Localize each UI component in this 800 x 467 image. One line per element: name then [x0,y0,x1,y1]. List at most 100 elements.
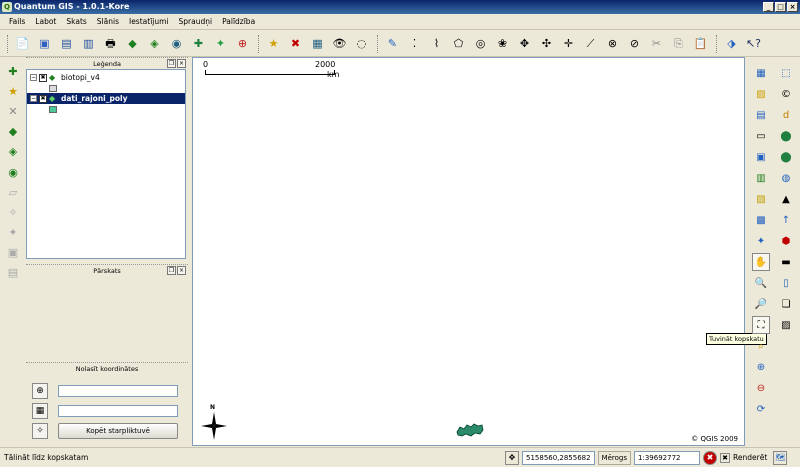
move-feature-icon[interactable]: ✥ [515,34,534,53]
disabled-tool1-icon[interactable]: ▱ [4,185,22,200]
new-bookmark-icon[interactable]: ▧ [752,190,770,208]
capture-polygon-icon[interactable]: ⬠ [449,34,468,53]
expand-icon[interactable]: − [30,74,37,81]
layer-item-selected[interactable]: − ✖ ◆ dati_rajoni_poly [27,93,185,104]
grid-icon[interactable]: ▦ [32,403,48,419]
remove-plugin-icon[interactable]: ✕ [4,104,22,119]
scale-input[interactable]: 1:39692772 [634,450,701,465]
star-plugin-icon[interactable]: ★ [4,84,22,99]
open-project-icon[interactable]: ▣ [35,34,54,53]
attribute-table-icon[interactable]: ▤ [752,106,770,124]
menu-layer[interactable]: Slānis [92,14,124,30]
capture-tools-icon[interactable]: ⬗ [722,34,741,53]
add-vertex-icon[interactable]: ✛ [559,34,578,53]
north-arrow-plugin-icon[interactable]: ↑ [777,211,795,229]
map-feature-polygon[interactable] [455,422,485,438]
print-icon[interactable]: 🖶 [101,34,120,53]
close-button[interactable]: × [787,2,798,12]
zoom-to-selection-icon[interactable]: ⌕ [752,337,770,355]
zoom-to-layer-icon[interactable]: ⊕ [752,358,770,376]
copy-features-icon[interactable]: ⎘ [669,34,688,53]
add-all-to-overview-icon[interactable]: ★ [264,34,283,53]
save-as-icon[interactable]: ▥ [79,34,98,53]
toolbar-grip[interactable] [258,34,261,53]
copyright-label-plugin-icon[interactable]: © [777,85,795,103]
menu-edit[interactable]: Labot [30,14,61,30]
menu-file[interactable]: Fails [4,14,30,30]
refresh-icon[interactable]: ⟳ [752,400,770,418]
menu-help[interactable]: Palīdzība [217,14,260,30]
add-raster-layer-icon[interactable]: ◈ [145,34,164,53]
python-console-icon[interactable]: ❏ [777,295,795,313]
measure-line-icon[interactable]: ▭ [752,127,770,145]
crosshair-icon[interactable]: ⊕ [32,383,48,399]
legend-tree[interactable]: − ✖ ◆ biotopi_v4 − ✖ ◆ dati_rajoni_poly [26,69,186,259]
show-all-layers-icon[interactable]: ▦ [308,34,327,53]
float-dock-icon[interactable]: ❐ [167,266,176,275]
map-tips-icon[interactable]: ▥ [752,169,770,187]
render-checkbox[interactable]: ✖ [720,452,731,463]
toolbar-grip[interactable] [716,34,719,53]
capture-line-icon[interactable]: ⌇ [427,34,446,53]
copy-to-clipboard-button[interactable]: Kopēt starpliktuvē [58,423,178,439]
pan-icon[interactable]: ✋ [752,253,770,271]
server-plugin-icon[interactable]: ▯ [777,274,795,292]
zoom-out-icon[interactable]: 🔎 [752,295,770,313]
text-annotation-icon[interactable]: ✦ [752,232,770,250]
menu-plugins[interactable]: Spraudņi [174,14,218,30]
zoom-full-icon[interactable]: ⛶ [752,316,770,334]
add-island-icon[interactable]: ❀ [493,34,512,53]
expand-icon[interactable]: − [30,95,37,102]
gps-plugin-icon[interactable]: ⬤ [777,127,795,145]
close-dock-icon[interactable]: × [177,59,186,68]
plugin-tool-icon[interactable]: ⬚ [777,64,795,82]
toggle-editing-icon[interactable]: ✎ [383,34,402,53]
whats-this-help-icon[interactable]: ↖? [744,34,763,53]
delimited-text-plugin-icon[interactable]: d [777,106,795,124]
add-layer-plugin-icon[interactable]: ✚ [4,64,22,79]
delete-vertex-icon[interactable]: ⊗ [603,34,622,53]
cut-features-icon[interactable]: ✂ [647,34,666,53]
map-canvas[interactable]: 0 2000 km N © QGIS 2009 [192,57,745,446]
show-layer-icon[interactable]: 👁 [330,34,349,53]
disabled-tool2-icon[interactable]: ✧ [4,205,22,220]
hide-layer-icon[interactable]: ◌ [352,34,371,53]
menu-settings[interactable]: Iestatījumi [124,14,174,30]
disabled-tool4-icon[interactable]: ▣ [4,245,22,260]
move-vertex-icon[interactable]: ✣ [537,34,556,53]
measure-area-icon[interactable]: ▣ [752,148,770,166]
minimize-button[interactable]: _ [763,2,774,12]
disabled-tool3-icon[interactable]: ✦ [4,225,22,240]
layer-action-plugin-icon[interactable]: ◉ [4,164,22,179]
histogram-plugin-icon[interactable]: ▲ [777,190,795,208]
stop-render-icon[interactable]: ✖ [703,450,718,465]
layer-visibility-checkbox[interactable]: ✖ [39,94,47,103]
pdf-export-icon[interactable]: ⬢ [777,232,795,250]
zoom-last-icon[interactable]: ⊖ [752,379,770,397]
delete-selected-icon[interactable]: ⊘ [625,34,644,53]
new-vector-layer-icon[interactable]: ✦ [211,34,230,53]
green-layer2-plugin-icon[interactable]: ◈ [4,144,22,159]
disabled-tool5-icon[interactable]: ▤ [4,265,22,280]
scale-bar-plugin-icon[interactable]: ▬ [777,253,795,271]
coord-input-2[interactable] [58,405,178,417]
add-vector-layer-icon[interactable]: ◆ [123,34,142,53]
toggle-coordinates-icon[interactable]: ✥ [505,450,519,465]
add-postgis-layer-icon[interactable]: ◉ [167,34,186,53]
coord-input-1[interactable] [58,385,178,397]
georeferencer-plugin-icon[interactable]: ◍ [777,169,795,187]
grass-plugin-icon[interactable]: ⬤ [777,148,795,166]
add-gps-layer-icon[interactable]: ⊕ [233,34,252,53]
close-dock-icon[interactable]: × [177,266,186,275]
split-features-icon[interactable]: ⟋ [581,34,600,53]
float-dock-icon[interactable]: ❐ [167,59,176,68]
add-wms-layer-icon[interactable]: ✚ [189,34,208,53]
show-bookmarks-icon[interactable]: ▩ [752,211,770,229]
identify-icon[interactable]: ▦ [752,64,770,82]
paste-features-icon[interactable]: 📋 [691,34,710,53]
image-plugin-icon[interactable]: ▨ [777,316,795,334]
add-ring-icon[interactable]: ◎ [471,34,490,53]
new-project-icon[interactable]: 📄 [13,34,32,53]
toolbar-grip[interactable] [7,34,10,53]
capture-icon[interactable]: ✧ [32,423,48,439]
